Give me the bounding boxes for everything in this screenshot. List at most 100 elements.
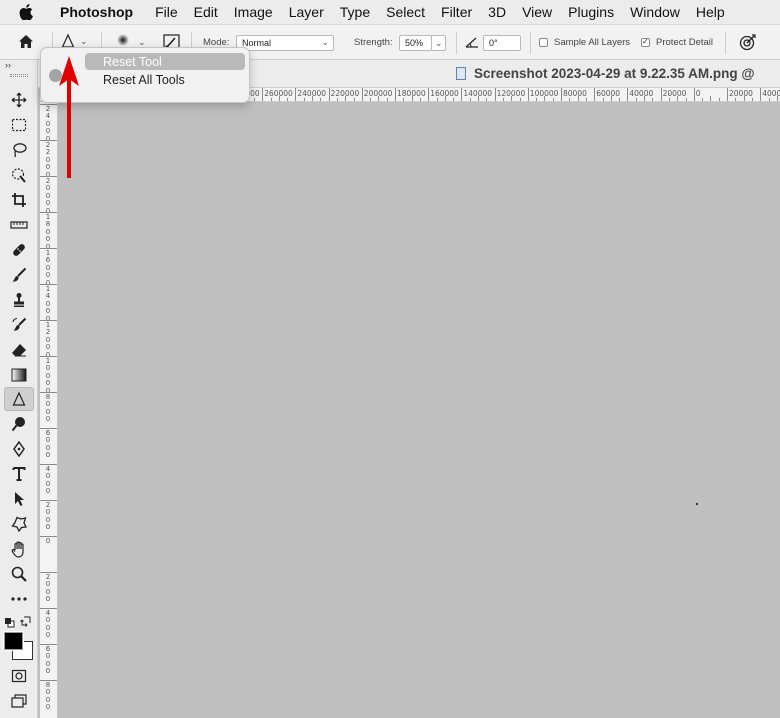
- ruler-tick-label: 14000: [45, 285, 51, 323]
- strength-input[interactable]: 50%: [399, 35, 432, 51]
- angle-input[interactable]: 0°: [483, 35, 521, 51]
- ruler-major-tick: [395, 88, 396, 101]
- menu-3d[interactable]: 3D: [480, 4, 514, 20]
- quick-mask-icon[interactable]: [4, 664, 34, 688]
- eraser-tool-icon[interactable]: [4, 338, 34, 362]
- zoom-tool-icon[interactable]: [4, 562, 34, 586]
- ruler-tick-label: 0: [695, 89, 701, 98]
- ruler-major-tick: [594, 88, 596, 101]
- menu-window[interactable]: Window: [622, 4, 688, 20]
- ruler-minor-tick: [478, 96, 479, 101]
- more-tools-icon[interactable]: [4, 587, 34, 611]
- ruler-minor-tick: [685, 98, 687, 101]
- default-colors-icon[interactable]: [4, 615, 15, 633]
- tools-panel: ››: [0, 60, 38, 718]
- ruler-tool-icon[interactable]: [4, 213, 34, 237]
- path-selection-tool-icon[interactable]: [4, 487, 34, 511]
- move-tool-icon[interactable]: [4, 88, 34, 112]
- sample-all-layers-checkbox[interactable]: [539, 38, 548, 47]
- marquee-tool-icon[interactable]: [4, 113, 34, 137]
- chevron-down-icon: ⌄: [435, 37, 443, 48]
- ruler-tick-label: 80000: [563, 89, 587, 98]
- hand-tool-icon[interactable]: [4, 537, 34, 561]
- ruler-minor-tick: [370, 98, 372, 101]
- document-canvas[interactable]: [58, 102, 780, 718]
- type-tool-icon[interactable]: [4, 462, 34, 486]
- ruler-tick-label: 20000: [729, 89, 753, 98]
- ruler-tick-label: 8000: [45, 681, 51, 712]
- ruler-tick-label: 4000: [45, 609, 51, 640]
- ruler-minor-tick: [469, 98, 471, 101]
- crop-tool-icon[interactable]: [4, 188, 34, 212]
- canvas-dot: [696, 503, 698, 505]
- ruler-tick-label: 6000: [45, 645, 51, 676]
- ruler-major-tick: [627, 88, 629, 101]
- healing-tool-icon[interactable]: [4, 238, 34, 262]
- menu-select[interactable]: Select: [378, 4, 433, 20]
- ruler-minor-tick: [444, 96, 446, 101]
- ruler-minor-tick: [419, 98, 421, 101]
- apple-menu-icon[interactable]: [0, 4, 52, 20]
- ruler-tick-label: 0: [45, 537, 51, 545]
- ruler-minor-tick: [668, 98, 670, 101]
- ruler-minor-tick: [644, 96, 645, 101]
- mode-value: Normal: [242, 38, 272, 48]
- gradient-tool-icon[interactable]: [4, 363, 34, 387]
- panel-grip[interactable]: [10, 74, 28, 77]
- ruler-minor-tick: [743, 96, 745, 101]
- sample-all-layers-label: Sample All Layers: [554, 37, 631, 48]
- menu-filter[interactable]: Filter: [433, 4, 480, 20]
- image-file-icon: [456, 67, 466, 80]
- menu-layer[interactable]: Layer: [281, 4, 332, 20]
- shape-tool-icon[interactable]: [4, 512, 34, 536]
- protect-detail-checkbox[interactable]: [641, 37, 650, 47]
- menu-image[interactable]: Image: [226, 4, 281, 20]
- ruler-tick-label: 18000: [45, 213, 51, 251]
- menu-plugins[interactable]: Plugins: [560, 4, 622, 20]
- quick-select-tool-icon[interactable]: [4, 163, 34, 187]
- screen-mode-icon[interactable]: [4, 689, 34, 713]
- mode-select[interactable]: Normal ⌄: [236, 35, 334, 51]
- ruler-minor-tick: [544, 96, 546, 101]
- ruler-minor-tick: [270, 98, 272, 101]
- menu-file[interactable]: File: [147, 4, 186, 20]
- target-icon[interactable]: [739, 34, 756, 54]
- strength-value: 50%: [405, 38, 424, 48]
- ruler-tick-label: 20000: [662, 89, 687, 98]
- reset-tool-menu-item[interactable]: Reset Tool: [85, 53, 245, 70]
- menu-type[interactable]: Type: [332, 4, 378, 20]
- ruler-tick-label: 8000: [45, 393, 51, 424]
- menu-app-name[interactable]: Photoshop: [52, 4, 147, 20]
- collapse-panel-icon[interactable]: ››: [5, 60, 11, 70]
- strength-dropdown-button[interactable]: ⌄: [431, 35, 446, 51]
- strength-label: Strength:: [354, 37, 393, 48]
- chevron-down-icon: ⌄: [321, 37, 329, 47]
- foreground-color-swatch[interactable]: [3, 631, 24, 651]
- vertical-ruler[interactable]: 2400022000200001800016000140001200010000…: [40, 102, 58, 718]
- ruler-minor-tick: [652, 98, 654, 101]
- ruler-major-tick: [361, 88, 363, 101]
- blur-tool-icon[interactable]: [4, 387, 34, 411]
- lasso-tool-icon[interactable]: [4, 138, 34, 162]
- ruler-minor-tick: [502, 98, 504, 101]
- ruler-major-tick: [262, 88, 264, 101]
- reset-all-tools-menu-item[interactable]: Reset All Tools: [85, 71, 245, 88]
- ruler-minor-tick: [511, 96, 513, 101]
- clone-stamp-tool-icon[interactable]: [4, 288, 34, 312]
- ruler-tick-label: 22000: [45, 141, 51, 179]
- swap-colors-icon[interactable]: [20, 614, 31, 632]
- dodge-tool-icon[interactable]: [4, 412, 34, 436]
- document-tab[interactable]: Screenshot 2023-04-29 at 9.22.35 AM.png …: [250, 60, 780, 88]
- pen-tool-icon[interactable]: [4, 437, 34, 461]
- menu-edit[interactable]: Edit: [186, 4, 226, 20]
- ruler-minor-tick: [486, 98, 488, 101]
- ruler-minor-tick: [436, 98, 438, 101]
- brush-tool-icon[interactable]: [4, 263, 34, 287]
- menu-help[interactable]: Help: [688, 4, 733, 20]
- ruler-minor-tick: [710, 96, 712, 101]
- home-icon[interactable]: [18, 34, 34, 52]
- menu-view[interactable]: View: [514, 4, 560, 20]
- separator: [725, 32, 726, 54]
- history-brush-tool-icon[interactable]: [4, 313, 34, 337]
- ruler-tick-label: 12000: [45, 321, 51, 359]
